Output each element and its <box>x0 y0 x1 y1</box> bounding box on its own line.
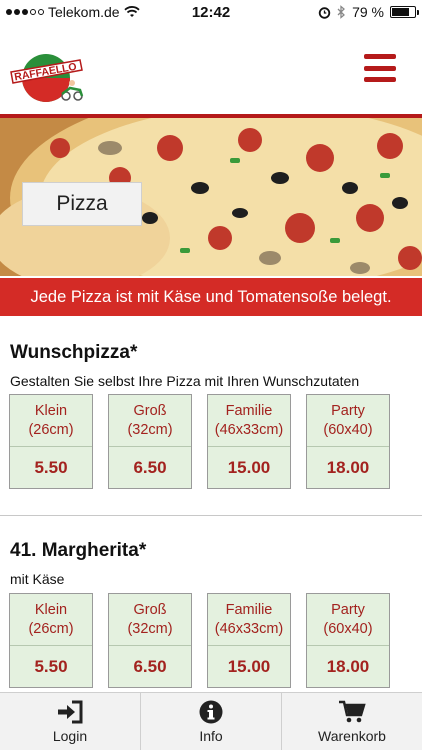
size-name: Groß <box>133 402 167 419</box>
size-options: Klein (26cm) 5.50 Groß (32cm) 6.50 Familie… <box>9 593 390 688</box>
size-name: Klein <box>34 601 68 618</box>
size-dimensions: (60x40) <box>323 421 373 438</box>
size-name: Klein <box>34 402 68 419</box>
raffaello-logo[interactable]: RAFFAELLO <box>8 50 88 108</box>
info-icon <box>199 700 223 723</box>
product-description: mit Käse <box>10 571 65 587</box>
size-option-gross[interactable]: Groß (32cm) 6.50 <box>108 394 192 489</box>
product-margherita: 41. Margherita* mit Käse <box>0 540 422 587</box>
battery-percent: 79 % <box>352 4 384 20</box>
size-option-party[interactable]: Party (60x40) 18.00 <box>306 593 390 688</box>
size-option-party[interactable]: Party (60x40) 18.00 <box>306 394 390 489</box>
size-name: Party <box>331 601 365 618</box>
size-name: Party <box>331 402 365 419</box>
size-price: 15.00 <box>227 656 271 676</box>
size-name: Familie <box>225 402 273 419</box>
size-option-gross[interactable]: Groß (32cm) 6.50 <box>108 593 192 688</box>
alarm-icon <box>318 6 331 19</box>
size-name: Familie <box>225 601 273 618</box>
hero-banner: Pizza <box>0 118 422 276</box>
size-dimensions: (32cm) <box>127 620 173 637</box>
bottom-tab-bar: Login Info Warenkorb <box>0 692 422 750</box>
tab-label: Login <box>52 727 88 744</box>
size-dimensions: (46x33cm) <box>214 421 284 438</box>
size-dimensions: (46x33cm) <box>214 620 284 637</box>
shopping-cart-icon <box>339 700 366 722</box>
product-wunschpizza: Wunschpizza* Gestalten Sie selbst Ihre P… <box>0 342 422 389</box>
login-icon <box>58 700 83 723</box>
tab-label: Info <box>199 727 223 744</box>
product-description: Gestalten Sie selbst Ihre Pizza mit Ihre… <box>10 373 360 389</box>
tab-warenkorb[interactable]: Warenkorb <box>281 693 422 750</box>
status-bar: Telekom.de 12:42 79 % <box>0 0 422 24</box>
size-price: 18.00 <box>326 457 370 477</box>
signal-strength-icon <box>6 9 44 15</box>
section-divider <box>0 515 422 516</box>
product-title: Wunschpizza* <box>10 342 138 363</box>
size-dimensions: (26cm) <box>28 620 74 637</box>
size-option-familie[interactable]: Familie (46x33cm) 15.00 <box>207 593 291 688</box>
size-options: Klein (26cm) 5.50 Groß (32cm) 6.50 Familie… <box>9 394 390 489</box>
tab-login[interactable]: Login <box>0 693 140 750</box>
size-name: Groß <box>133 601 167 618</box>
size-price: 5.50 <box>34 457 68 477</box>
size-price: 6.50 <box>133 656 167 676</box>
wifi-icon <box>123 6 140 17</box>
size-price: 15.00 <box>227 457 271 477</box>
hamburger-menu-icon[interactable] <box>364 54 396 82</box>
size-dimensions: (26cm) <box>28 421 74 438</box>
size-price: 6.50 <box>133 457 167 477</box>
carrier-name: Telekom.de <box>48 4 120 20</box>
size-price: 18.00 <box>326 656 370 676</box>
category-title: Pizza <box>22 182 142 226</box>
tab-label: Warenkorb <box>318 727 386 744</box>
size-dimensions: (60x40) <box>323 620 373 637</box>
status-time: 12:42 <box>191 3 231 21</box>
app-header: RAFFAELLO <box>0 24 422 114</box>
size-option-klein[interactable]: Klein (26cm) 5.50 <box>9 394 93 489</box>
size-option-klein[interactable]: Klein (26cm) 5.50 <box>9 593 93 688</box>
tab-info[interactable]: Info <box>140 693 281 750</box>
size-dimensions: (32cm) <box>127 421 173 438</box>
size-option-familie[interactable]: Familie (46x33cm) 15.00 <box>207 394 291 489</box>
battery-icon <box>390 6 419 18</box>
product-title: 41. Margherita* <box>10 540 147 561</box>
size-price: 5.50 <box>34 656 68 676</box>
cheese-notice: Jede Pizza ist mit Käse und Tomatensoße … <box>0 278 422 316</box>
bluetooth-icon <box>337 5 346 19</box>
